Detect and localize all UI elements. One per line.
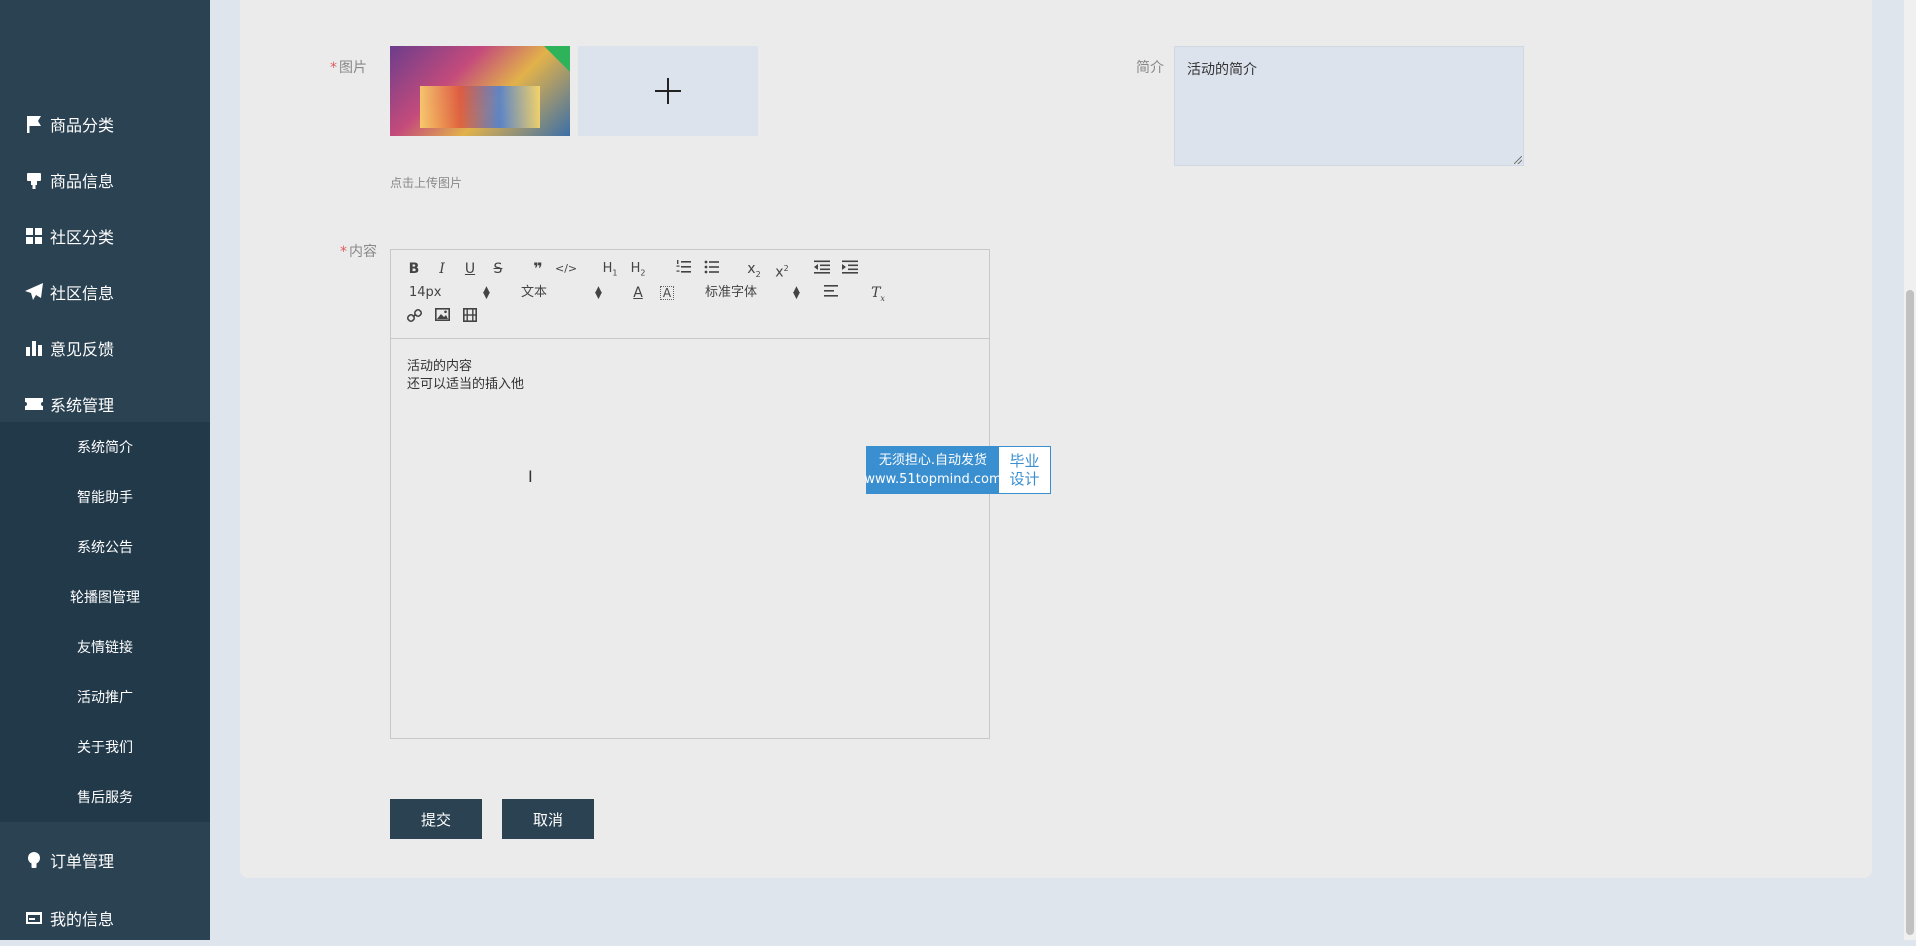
intro-textarea[interactable]: 活动的简介: [1174, 46, 1524, 166]
submenu-item-about-us[interactable]: 关于我们: [0, 722, 210, 772]
outdent-icon[interactable]: [811, 260, 833, 278]
video-icon[interactable]: [459, 308, 481, 326]
cancel-button[interactable]: 取消: [502, 799, 594, 839]
content-label: * 内容: [340, 244, 377, 260]
sidebar-item-label: 订单管理: [50, 852, 115, 871]
image-upload-button[interactable]: [578, 46, 758, 136]
heading1-icon[interactable]: H1: [599, 260, 621, 278]
page-scrollbar[interactable]: [1904, 0, 1916, 940]
submit-button[interactable]: 提交: [390, 799, 482, 839]
bullet-list-icon[interactable]: [701, 260, 723, 278]
sidebar-item-label: 社区分类: [50, 228, 115, 247]
scrollbar-thumb[interactable]: [1906, 290, 1914, 935]
submenu-item-promotion[interactable]: 活动推广: [0, 672, 210, 722]
upload-hint: 点击上传图片: [390, 176, 463, 190]
blockquote-icon[interactable]: ❞: [527, 260, 549, 278]
align-icon[interactable]: [821, 284, 843, 302]
underline-icon[interactable]: U: [459, 260, 481, 278]
content-line: 还可以适当的插入他: [407, 377, 525, 392]
sidebar-item-label: 商品分类: [50, 116, 115, 135]
flag-icon: [27, 116, 41, 133]
sidebar-item-label: 系统管理: [50, 396, 115, 415]
bold-icon[interactable]: B: [403, 260, 425, 278]
font-size-select[interactable]: 14px ▲ ▼: [409, 284, 495, 302]
card-icon: [26, 912, 42, 924]
code-block-icon[interactable]: </>: [555, 260, 577, 278]
paper-plane-icon: [25, 283, 43, 300]
font-family-select[interactable]: 标准字体 ▲ ▼: [705, 284, 805, 302]
select-caret-icon: ▲ ▼: [595, 285, 602, 301]
intro-text: 活动的简介: [1187, 62, 1257, 78]
background-color-icon[interactable]: A: [660, 286, 674, 300]
sidebar-item-community-info[interactable]: 社区信息: [0, 264, 210, 320]
stamp-icon: [27, 173, 41, 189]
heading2-icon[interactable]: H2: [627, 260, 649, 278]
required-mark: *: [340, 244, 347, 260]
watermark-right: 毕业 设计: [1009, 452, 1040, 488]
corner-badge: [544, 46, 570, 72]
select-caret-icon: ▲ ▼: [483, 285, 490, 301]
rich-text-editor: B I U S ❞ </> H1 H2 x2 x2 14px ▲ ▼ 文本 ▲ ▼ …: [390, 249, 990, 739]
sidebar-item-label: 意见反馈: [50, 340, 115, 359]
sidebar-item-label: 社区信息: [50, 284, 115, 303]
watermark-badge[interactable]: 无须担心.自动发货 www.51topmind.com 毕业 设计: [864, 446, 1051, 494]
sidebar-item-label: 商品信息: [50, 172, 115, 191]
ticket-icon: [25, 398, 43, 410]
plus-icon: [655, 78, 681, 104]
italic-icon[interactable]: I: [431, 260, 453, 278]
editor-content[interactable]: 活动的内容 还可以适当的插入他: [407, 358, 524, 394]
superscript-icon[interactable]: x2: [771, 260, 793, 281]
resize-grip-icon[interactable]: [1514, 156, 1522, 164]
bar-chart-icon: [26, 341, 42, 356]
content-line: 活动的内容: [407, 359, 473, 374]
strikethrough-icon[interactable]: S: [487, 260, 509, 278]
sidebar-item-product-info[interactable]: 商品信息: [0, 152, 210, 208]
sidebar-item-label: 我的信息: [50, 910, 115, 929]
poster-graphic: [420, 86, 540, 128]
link-icon[interactable]: [403, 308, 425, 326]
sidebar-item-my-info[interactable]: 我的信息: [0, 890, 210, 946]
system-submenu: 系统简介 智能助手 系统公告 轮播图管理 友情链接 活动推广 关于我们 售后服务: [0, 422, 210, 822]
uploaded-image-thumbnail[interactable]: [390, 46, 570, 136]
image-label: * 图片: [330, 60, 367, 76]
text-cursor-icon: I: [528, 467, 533, 486]
required-mark: *: [330, 60, 337, 76]
sidebar-item-community-category[interactable]: 社区分类: [0, 208, 210, 264]
font-color-icon[interactable]: A: [627, 284, 649, 302]
watermark-left: 无须担心.自动发货 www.51topmind.com: [864, 447, 1002, 493]
submenu-item-after-sales[interactable]: 售后服务: [0, 772, 210, 822]
submenu-item-announcement[interactable]: 系统公告: [0, 522, 210, 572]
submenu-item-system-intro[interactable]: 系统简介: [0, 422, 210, 472]
submenu-item-carousel[interactable]: 轮播图管理: [0, 572, 210, 622]
image-icon[interactable]: [431, 308, 453, 326]
intro-label: 简介: [1136, 60, 1164, 76]
grid-icon: [26, 228, 42, 244]
bulb-icon: [28, 852, 40, 868]
header-select[interactable]: 文本 ▲ ▼: [521, 284, 607, 302]
sidebar-item-orders[interactable]: 订单管理: [0, 832, 210, 888]
clear-format-icon[interactable]: Tx: [867, 284, 889, 303]
submenu-item-assistant[interactable]: 智能助手: [0, 472, 210, 522]
sidebar: 商品分类 商品信息 社区分类 社区信息 意见反馈 系统管理 系统简介 智能助手 …: [0, 0, 210, 940]
select-caret-icon: ▲ ▼: [793, 285, 800, 301]
sidebar-item-feedback[interactable]: 意见反馈: [0, 320, 210, 376]
indent-icon[interactable]: [839, 260, 861, 278]
subscript-icon[interactable]: x2: [743, 260, 765, 279]
sidebar-item-product-category[interactable]: 商品分类: [0, 96, 210, 152]
submenu-item-friend-links[interactable]: 友情链接: [0, 622, 210, 672]
ordered-list-icon[interactable]: [673, 260, 695, 278]
editor-toolbar: B I U S ❞ </> H1 H2 x2 x2 14px ▲ ▼ 文本 ▲ ▼ …: [391, 250, 989, 339]
